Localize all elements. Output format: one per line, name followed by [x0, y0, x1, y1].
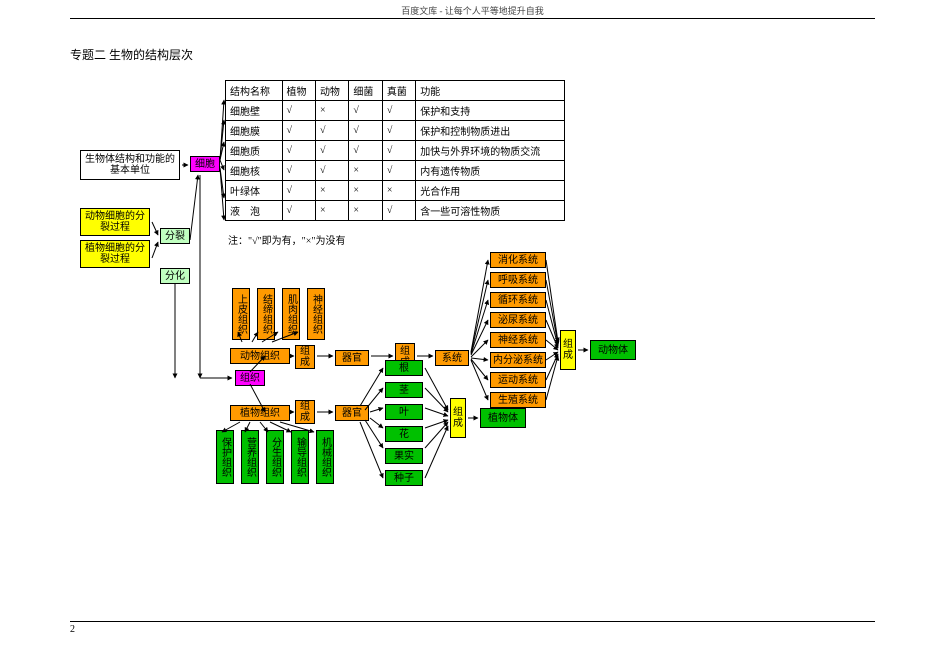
page-number: 2 [70, 624, 75, 635]
page-header: 百度文库 - 让每个人平等地提升自我 [0, 4, 945, 17]
header-rule [70, 18, 875, 19]
connectors [60, 60, 760, 520]
page-footer: 2 [70, 621, 875, 635]
